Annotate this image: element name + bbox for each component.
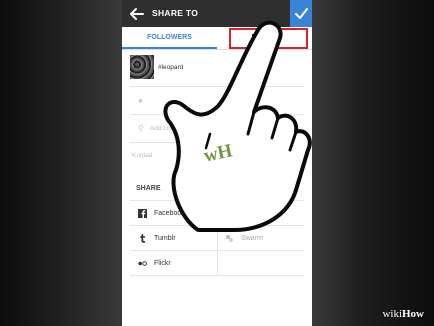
tumblr-label: Tumblr <box>154 235 176 242</box>
post-preview-row: #leopard <box>130 55 304 87</box>
share-section-label: SHARE <box>136 185 161 192</box>
share-swarm[interactable]: Swarm <box>217 226 304 251</box>
direct-tab-highlight <box>229 28 308 49</box>
tumblr-icon <box>140 234 145 243</box>
share-flickr[interactable]: Flickr <box>130 251 217 276</box>
post-thumbnail <box>130 55 154 79</box>
post-caption[interactable]: #leopard <box>158 64 183 71</box>
tab-followers[interactable]: FOLLOWERS <box>122 27 217 49</box>
share-tumblr[interactable]: Tumblr <box>130 226 217 251</box>
share-facebook[interactable]: Facebook <box>130 201 217 226</box>
watermark-how: How <box>402 308 424 320</box>
share-twitter[interactable]: Twitter <box>217 201 304 226</box>
wikihow-watermark: wikiHow <box>382 308 424 320</box>
tab-followers-label: FOLLOWERS <box>147 34 192 41</box>
swarm-label: Swarm <box>241 235 263 242</box>
person-icon: ● <box>138 96 143 105</box>
facebook-label: Facebook <box>154 210 185 217</box>
background-right <box>312 0 434 326</box>
suggested-location-right[interactable]: Leopard Hoped Cit <box>250 152 292 158</box>
location-pin-icon: ⚲ <box>138 124 144 133</box>
twitter-icon <box>225 210 234 218</box>
back-arrow-icon[interactable] <box>128 5 146 23</box>
swarm-icon <box>226 235 233 242</box>
background-left <box>0 0 122 326</box>
suggested-location-left[interactable]: Kuqual <box>132 152 152 159</box>
share-services: Facebook Twitter Tumblr Swarm Flickr <box>130 200 304 276</box>
flickr-label: Flickr <box>154 260 171 267</box>
page-title: SHARE TO <box>152 8 199 18</box>
twitter-label: Twitter <box>241 210 262 217</box>
flickr-icon <box>138 261 147 266</box>
share-empty-slot <box>217 251 304 276</box>
tag-people-row[interactable]: ● <box>130 88 304 115</box>
share-header: SHARE TO <box>122 0 312 27</box>
location-row[interactable]: ⚲ Add Location <box>130 116 304 143</box>
confirm-button[interactable] <box>290 0 312 27</box>
watermark-wiki: wiki <box>382 308 402 320</box>
checkmark-icon <box>295 8 308 19</box>
facebook-icon <box>138 209 147 218</box>
add-location-label: Add Location <box>150 125 188 132</box>
